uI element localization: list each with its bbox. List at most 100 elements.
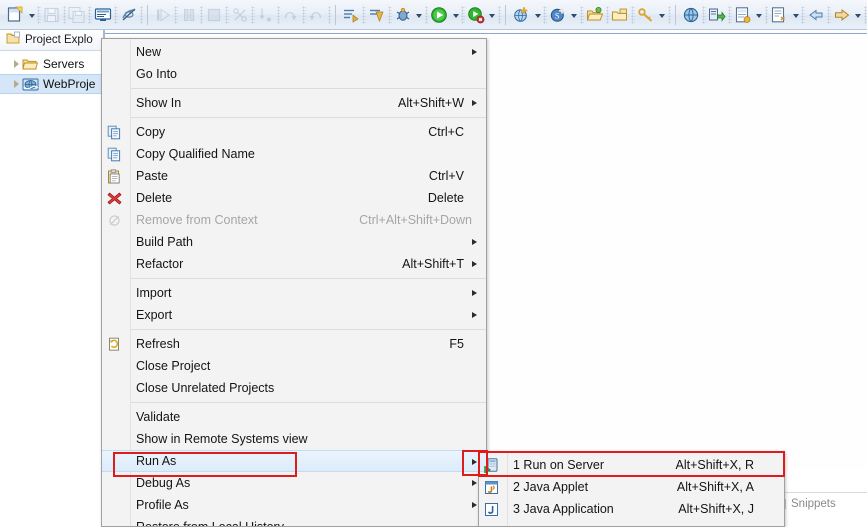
tree-item-servers[interactable]: Servers bbox=[0, 54, 103, 74]
new-servlet-icon[interactable]: S bbox=[547, 4, 569, 26]
menu-item-label: Refactor bbox=[136, 257, 184, 271]
chevron-down-icon[interactable] bbox=[790, 4, 801, 26]
new-server-icon[interactable] bbox=[510, 4, 532, 26]
run-on-server-icon bbox=[483, 457, 500, 473]
menu-item-shortcut: F5 bbox=[449, 337, 464, 351]
menu-item-show-in-remote-systems-view[interactable]: Show in Remote Systems view bbox=[102, 428, 486, 450]
new-html-icon[interactable] bbox=[768, 4, 790, 26]
chevron-down-icon[interactable] bbox=[569, 4, 580, 26]
toolbar-item-21[interactable]: S bbox=[547, 2, 580, 28]
toolbar-item-14[interactable] bbox=[340, 2, 362, 28]
tree-expand-arrow-icon[interactable] bbox=[10, 58, 22, 70]
open-web-browser-icon[interactable] bbox=[680, 4, 702, 26]
toolbar-item-10[interactable] bbox=[255, 2, 277, 28]
toolbar-item-12[interactable] bbox=[306, 2, 328, 28]
menu-item-profile-as[interactable]: Profile As bbox=[102, 494, 486, 516]
toolbar-item-20[interactable] bbox=[510, 2, 543, 28]
chevron-down-icon[interactable] bbox=[657, 4, 668, 26]
disconnect-icon[interactable] bbox=[229, 4, 251, 26]
toolbar-item-1[interactable] bbox=[41, 2, 63, 28]
menu-item-go-into[interactable]: Go Into bbox=[102, 63, 486, 85]
menu-item-build-path[interactable]: Build Path bbox=[102, 231, 486, 253]
toolbar-item-28[interactable] bbox=[732, 2, 765, 28]
save-all-icon[interactable] bbox=[66, 4, 88, 26]
toolbar-item-3[interactable] bbox=[92, 2, 114, 28]
submenu-item-3-java-application[interactable]: 3 Java Application Alt+Shift+X, J bbox=[479, 498, 784, 520]
terminate-icon[interactable] bbox=[203, 4, 225, 26]
menu-item-copy[interactable]: Copy Ctrl+C bbox=[102, 121, 486, 143]
toolbar-item-8[interactable] bbox=[203, 2, 225, 28]
toolbar-item-29[interactable] bbox=[768, 2, 801, 28]
chevron-down-icon[interactable] bbox=[853, 4, 864, 26]
menu-item-restore-from-local-history[interactable]: Restore from Local History... bbox=[102, 516, 486, 526]
chevron-down-icon[interactable] bbox=[532, 4, 543, 26]
menu-item-refactor[interactable]: Refactor Alt+Shift+T bbox=[102, 253, 486, 275]
save-icon[interactable] bbox=[41, 4, 63, 26]
open-folder-icon[interactable] bbox=[584, 4, 606, 26]
chevron-down-icon[interactable] bbox=[26, 4, 37, 26]
snippets-tab-label: Snippets bbox=[791, 498, 836, 510]
debug-icon[interactable] bbox=[392, 4, 414, 26]
menu-item-import[interactable]: Import bbox=[102, 282, 486, 304]
menu-item-validate[interactable]: Validate bbox=[102, 406, 486, 428]
toolbar-item-26[interactable] bbox=[680, 2, 702, 28]
menu-item-export[interactable]: Export bbox=[102, 304, 486, 326]
menu-item-label: Profile As bbox=[136, 498, 189, 512]
toolbar-item-23[interactable] bbox=[609, 2, 631, 28]
submenu-item-1-run-on-server[interactable]: 1 Run on Server Alt+Shift+X, R bbox=[479, 454, 784, 476]
chevron-down-icon[interactable] bbox=[450, 4, 461, 26]
toolbar-item-4[interactable] bbox=[118, 2, 140, 28]
toolbar-item-16[interactable] bbox=[392, 2, 425, 28]
menu-item-close-project[interactable]: Close Project bbox=[102, 355, 486, 377]
menu-item-paste[interactable]: Paste Ctrl+V bbox=[102, 165, 486, 187]
submenu-item-2-java-applet[interactable]: 2 Java Applet Alt+Shift+X, A bbox=[479, 476, 784, 498]
chevron-down-icon[interactable] bbox=[414, 4, 425, 26]
toolbar-item-7[interactable] bbox=[178, 2, 200, 28]
step-over-icon[interactable] bbox=[280, 4, 302, 26]
forward-icon[interactable] bbox=[831, 4, 853, 26]
tree-item-webproje[interactable]: WebProje bbox=[0, 74, 103, 94]
previous-annotation-icon[interactable] bbox=[366, 4, 388, 26]
toolbar-item-6[interactable] bbox=[152, 2, 174, 28]
toolbar-item-22[interactable] bbox=[584, 2, 606, 28]
run-external-tools-icon[interactable] bbox=[465, 4, 487, 26]
publish-icon[interactable] bbox=[706, 4, 728, 26]
toolbar-item-15[interactable] bbox=[366, 2, 388, 28]
step-into-icon[interactable] bbox=[255, 4, 277, 26]
back-icon[interactable] bbox=[805, 4, 827, 26]
toolbar-item-0[interactable] bbox=[4, 2, 37, 28]
new-jsp-icon[interactable] bbox=[732, 4, 754, 26]
toolbar-item-31[interactable] bbox=[831, 2, 864, 28]
toolbar-item-9[interactable] bbox=[229, 2, 251, 28]
suspend-icon[interactable] bbox=[178, 4, 200, 26]
toolbar-item-18[interactable] bbox=[465, 2, 498, 28]
new-wizard-icon[interactable] bbox=[4, 4, 26, 26]
menu-item-debug-as[interactable]: Debug As bbox=[102, 472, 486, 494]
menu-item-close-unrelated-projects[interactable]: Close Unrelated Projects bbox=[102, 377, 486, 399]
menu-item-copy-qualified-name[interactable]: Copy Qualified Name bbox=[102, 143, 486, 165]
toolbar-item-27[interactable] bbox=[706, 2, 728, 28]
toolbar-item-2[interactable] bbox=[66, 2, 88, 28]
menu-item-run-as[interactable]: Run As bbox=[102, 450, 486, 472]
menu-item-refresh[interactable]: Refresh F5 bbox=[102, 333, 486, 355]
toggle-mark-occurrences-icon[interactable] bbox=[118, 4, 140, 26]
chevron-down-icon[interactable] bbox=[754, 4, 765, 26]
run-icon[interactable] bbox=[428, 4, 450, 26]
step-return-icon[interactable] bbox=[306, 4, 328, 26]
search-key-icon[interactable] bbox=[635, 4, 657, 26]
toolbar-item-11[interactable] bbox=[280, 2, 302, 28]
toolbar-item-30[interactable] bbox=[805, 2, 827, 28]
toolbar-item-17[interactable] bbox=[428, 2, 461, 28]
open-package-icon[interactable] bbox=[609, 4, 631, 26]
menu-item-show-in[interactable]: Show In Alt+Shift+W bbox=[102, 92, 486, 114]
menu-item-delete[interactable]: Delete Delete bbox=[102, 187, 486, 209]
tree-expand-arrow-icon[interactable] bbox=[10, 78, 22, 90]
chevron-down-icon[interactable] bbox=[487, 4, 498, 26]
next-annotation-icon[interactable] bbox=[340, 4, 362, 26]
project-explorer-tab[interactable]: Project Explo bbox=[0, 30, 103, 51]
menu-item-new[interactable]: New bbox=[102, 41, 486, 63]
toolbar-item-24[interactable] bbox=[635, 2, 668, 28]
menu-item-remove-from-context[interactable]: Remove from Context Ctrl+Alt+Shift+Down bbox=[102, 209, 486, 231]
resume-icon[interactable] bbox=[152, 4, 174, 26]
print-icon[interactable] bbox=[92, 4, 114, 26]
